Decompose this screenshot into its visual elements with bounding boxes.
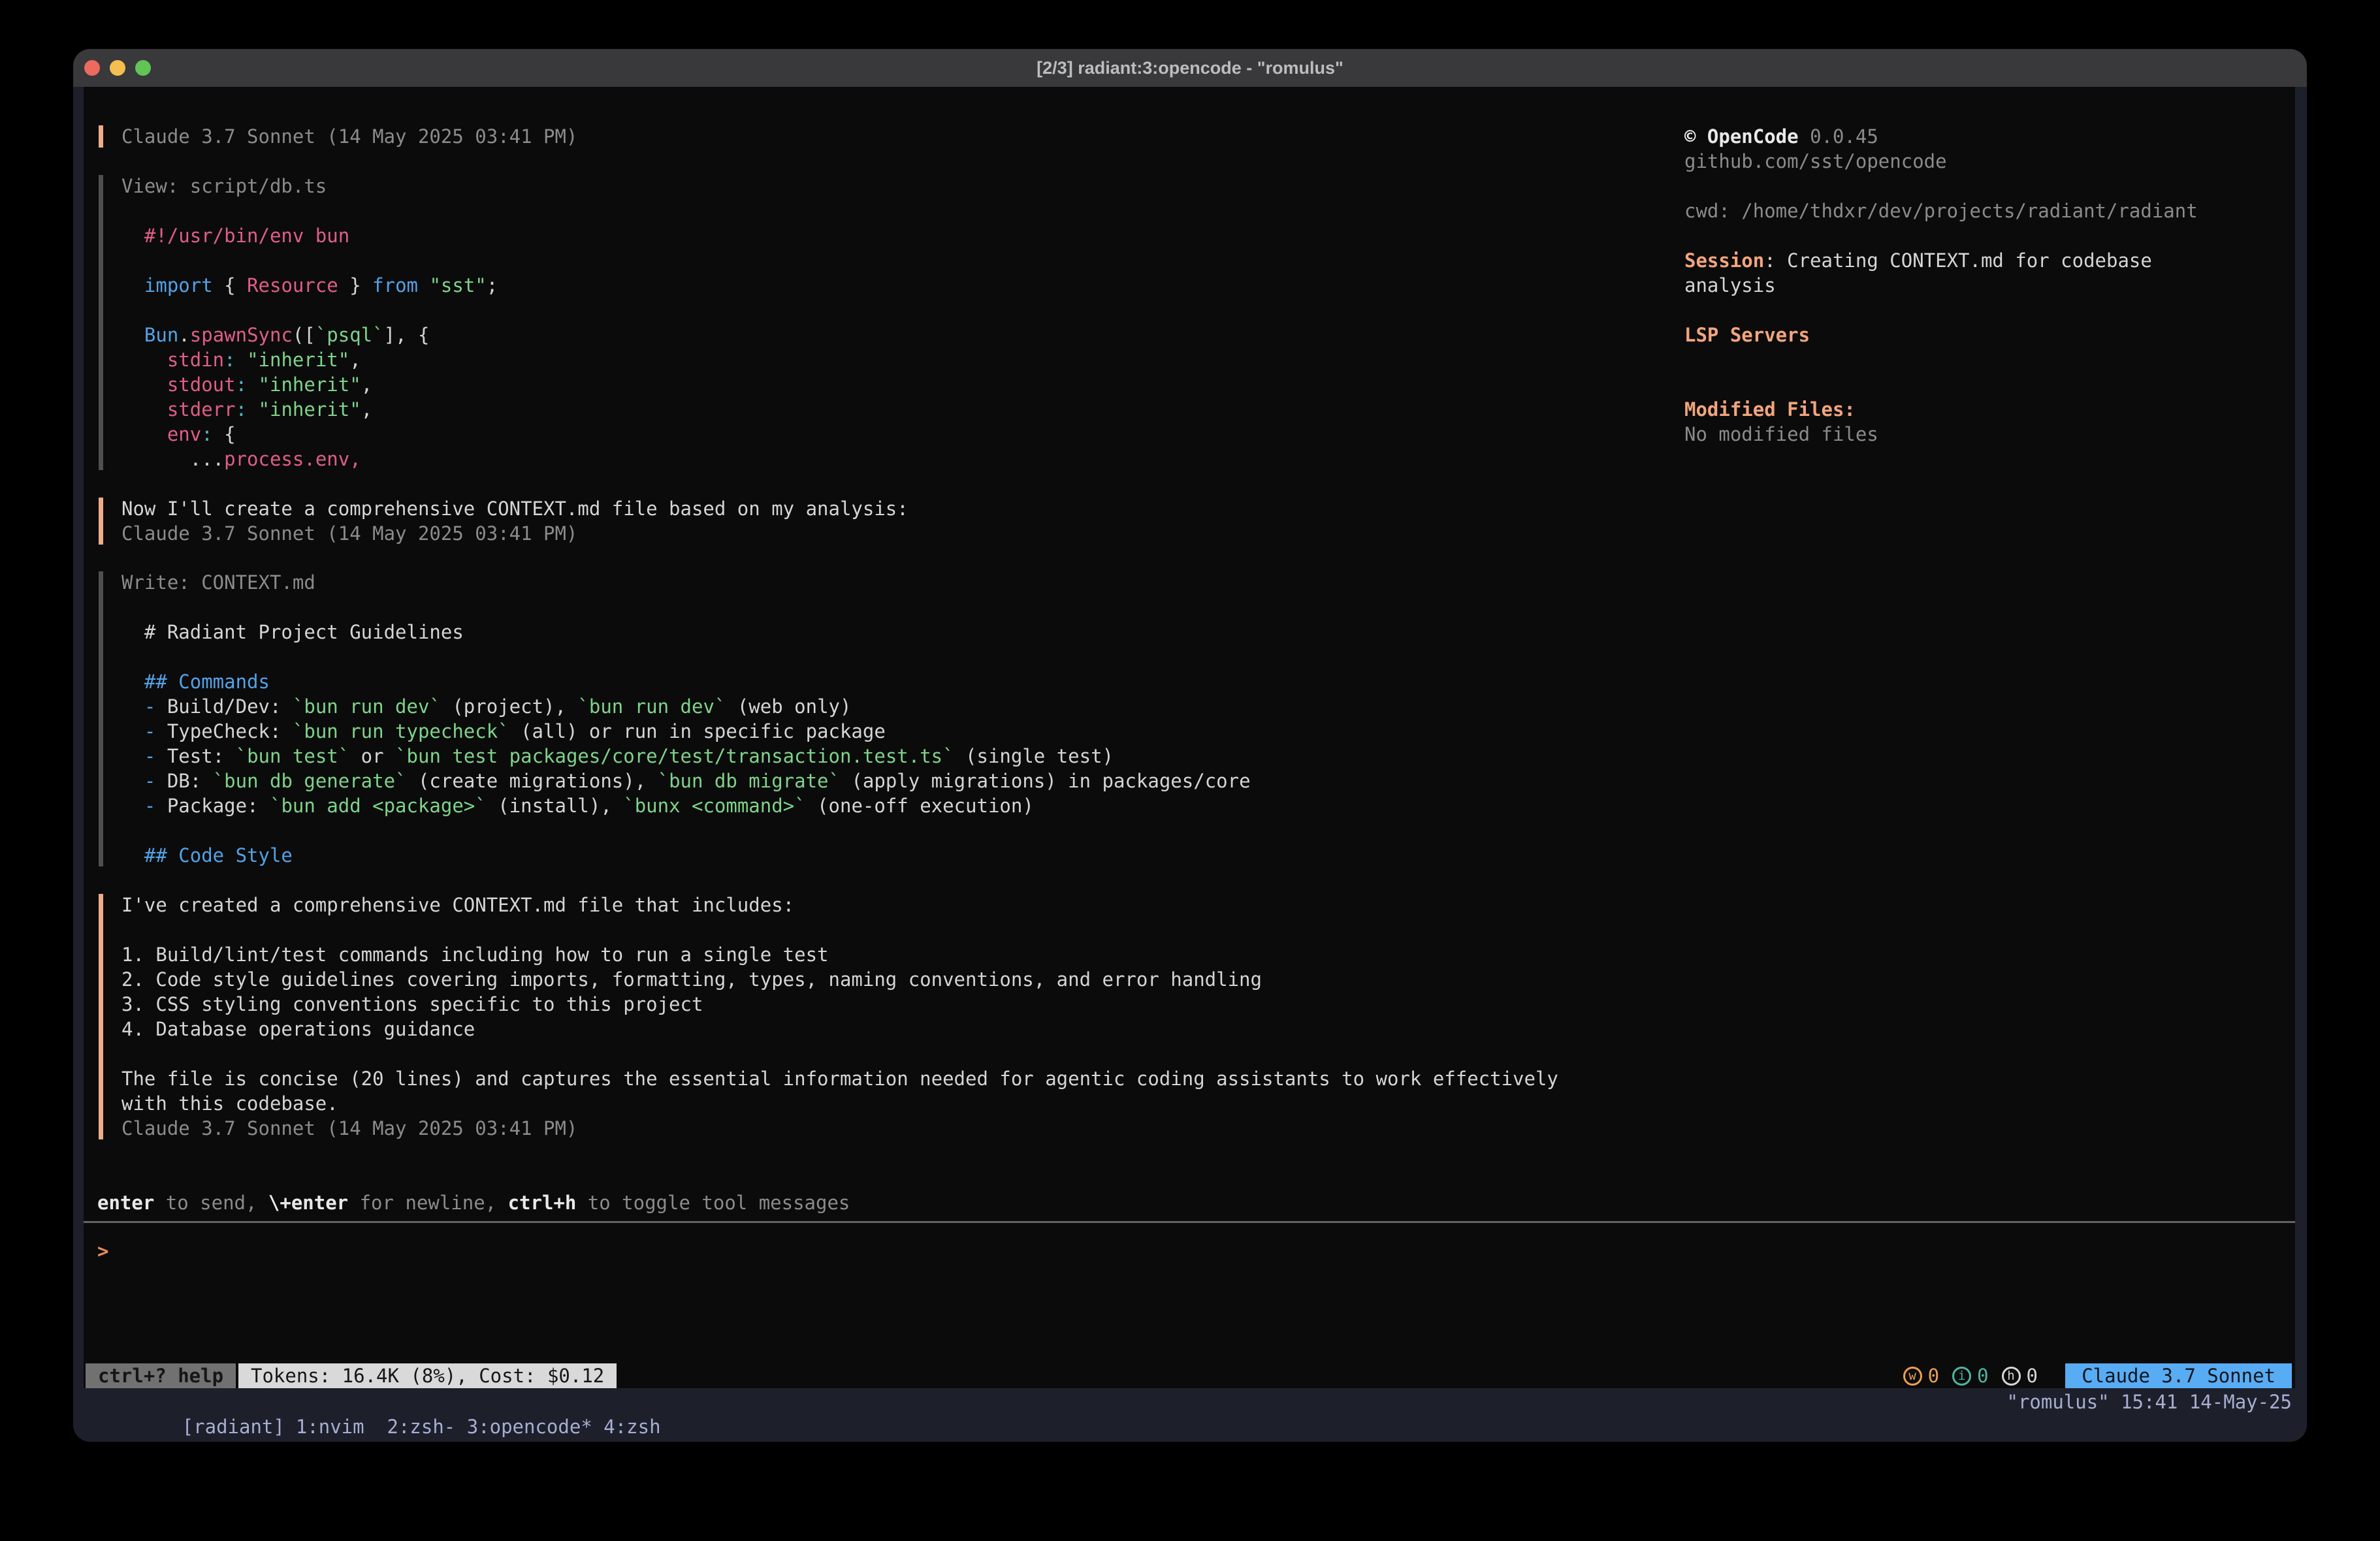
info-count: i 0 [1952, 1363, 1988, 1388]
input-separator [84, 1221, 2295, 1223]
statusbar: ctrl+? help Tokens: 16.4K (8%), Cost: $0… [84, 1363, 2295, 1388]
diagnostics-counts: w 0 i 0 h 0 [1903, 1363, 2038, 1388]
model-badge[interactable]: Claude 3.7 Sonnet [2065, 1363, 2292, 1388]
tmux-status-bar: [radiant] 1:nvim 2:zsh- 3:opencode* 4:zsh… [73, 1388, 2307, 1442]
terminal-window: [2/3] radiant:3:opencode - "romulus" Cla… [73, 49, 2307, 1442]
hint-count: h 0 [2002, 1363, 2038, 1388]
warning-icon: w [1903, 1367, 1922, 1386]
titlebar[interactable]: [2/3] radiant:3:opencode - "romulus" [73, 49, 2307, 87]
help-shortcut[interactable]: ctrl+? help [86, 1363, 236, 1388]
tmux-window-list[interactable]: 1:nvim 2:zsh- 3:opencode* 4:zsh [296, 1416, 661, 1438]
keybinding-hints: enter to send, \+enter for newline, ctrl… [97, 1190, 2295, 1215]
tool-block-write-file: Write: CONTEXT.md # Radiant Project Guid… [99, 570, 2295, 868]
token-cost-stats: Tokens: 16.4K (8%), Cost: $0.12 [238, 1363, 617, 1388]
terminal-content: Claude 3.7 Sonnet (14 May 2025 03:41 PM)… [84, 87, 2295, 1388]
close-button[interactable] [84, 60, 100, 76]
hint-icon: h [2002, 1367, 2021, 1386]
assistant-summary-message: I've created a comprehensive CONTEXT.md … [99, 893, 2295, 1141]
assistant-message: Now I'll create a comprehensive CONTEXT.… [99, 496, 2295, 546]
desktop: [2/3] radiant:3:opencode - "romulus" Cla… [0, 0, 2380, 1541]
warning-count: w 0 [1903, 1363, 1939, 1388]
zoom-button[interactable] [135, 60, 151, 76]
traffic-lights [84, 49, 151, 87]
window-title: [2/3] radiant:3:opencode - "romulus" [1037, 58, 1343, 78]
info-icon: i [1952, 1367, 1971, 1386]
opencode-chat-column: Claude 3.7 Sonnet (14 May 2025 03:41 PM)… [84, 87, 2295, 1388]
tmux-host-time: "romulus" 15:41 14-May-25 [2007, 1390, 2292, 1414]
prompt-input[interactable]: > [97, 1239, 2295, 1263]
tmux-session-name: [radiant] [182, 1416, 285, 1438]
minimize-button[interactable] [110, 60, 125, 76]
sidebar-session-info: © OpenCode 0.0.45github.com/sst/opencode… [1684, 124, 2198, 447]
